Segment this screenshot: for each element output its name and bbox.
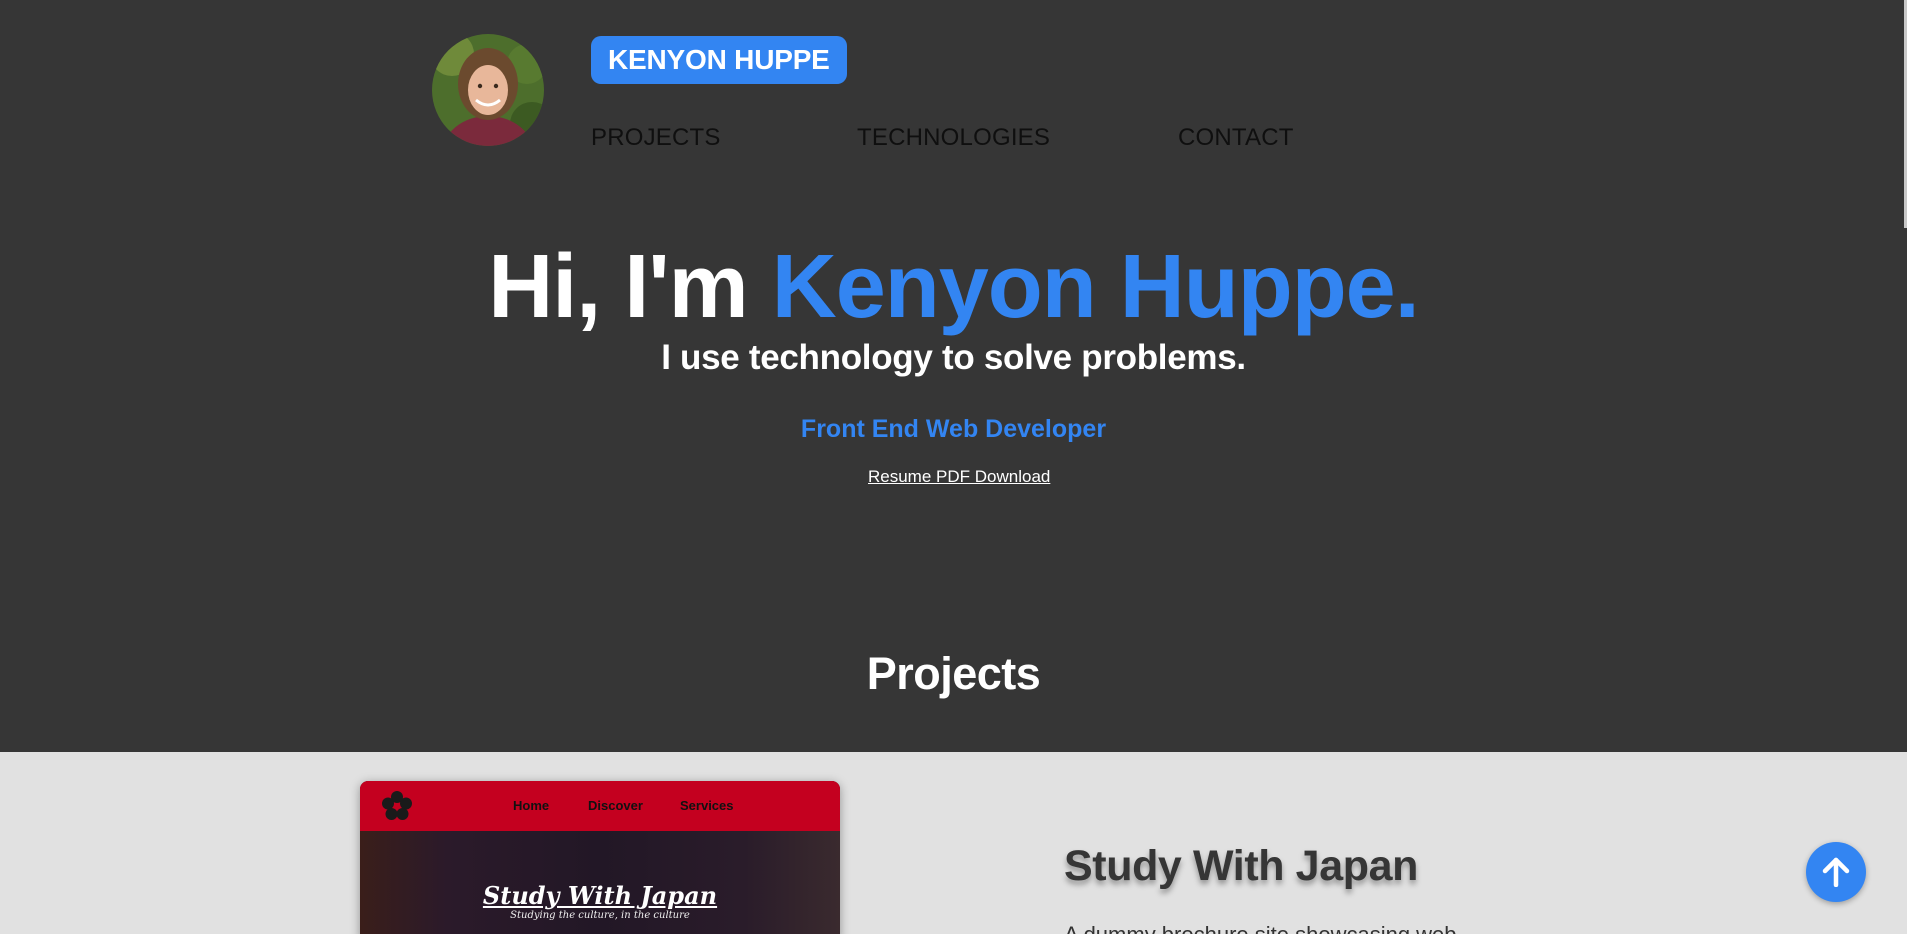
thumbnail-headline: Study With Japan — [482, 881, 718, 910]
resume-download-link[interactable]: Resume PDF Download — [868, 467, 1050, 487]
project-thumbnail[interactable]: Home Discover Services Study With Japan … — [360, 781, 840, 934]
thumbnail-subline: Studying the culture, in the culture — [510, 910, 690, 921]
nav-contact[interactable]: CONTACT — [1178, 124, 1294, 152]
thumbnail-nav-bar: Home Discover Services — [360, 781, 840, 831]
project-title: Study With Japan — [1064, 842, 1418, 890]
thumbnail-nav-home: Home — [513, 798, 550, 813]
avatar — [432, 34, 544, 146]
nav-technologies[interactable]: TECHNOLOGIES — [857, 124, 1050, 152]
hero-role: Front End Web Developer — [800, 415, 1107, 443]
flower-logo-icon — [382, 791, 412, 820]
nav-projects[interactable]: PROJECTS — [591, 124, 721, 152]
hero-greeting: Hi, I'm — [488, 237, 748, 337]
hero-headline: Hi, I'm Kenyon Huppe. — [0, 232, 1907, 342]
project-description: A dummy brochure site showcasing web — [1064, 922, 1457, 934]
scroll-to-top-button[interactable] — [1806, 842, 1866, 902]
arrow-up-icon — [1822, 857, 1850, 887]
thumbnail-nav-discover: Discover — [588, 798, 643, 813]
projects-section-title: Projects — [866, 648, 1041, 699]
brand-logo[interactable]: KENYON HUPPE — [591, 36, 847, 84]
hero-name: Kenyon Huppe. — [771, 237, 1420, 337]
thumbnail-nav-services: Services — [680, 798, 734, 813]
profile-photo-icon — [432, 34, 544, 146]
hero-tagline: I use technology to solve problems. — [661, 338, 1246, 377]
projects-section — [0, 752, 1907, 934]
hero-section: KENYON HUPPE PROJECTS TECHNOLOGIES CONTA… — [0, 0, 1907, 752]
